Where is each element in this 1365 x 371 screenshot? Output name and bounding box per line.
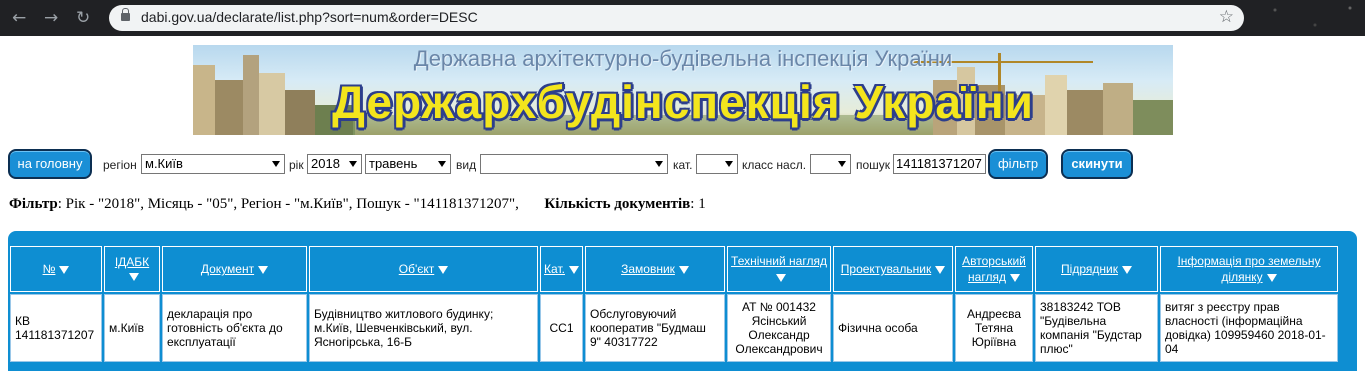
table-header-row: № ІДАБК Документ Об'єкт Кат. Замовник Те… bbox=[10, 246, 1338, 292]
column-header-label[interactable]: Замовник bbox=[621, 262, 675, 276]
cell-author-supervision: Андреєва Тетяна Юріївна bbox=[955, 294, 1033, 362]
column-header-label[interactable]: Інформація про земельну ділянку bbox=[1177, 254, 1320, 284]
site-banner: Державна архітектурно-будівельна інспекц… bbox=[193, 45, 1173, 135]
region-select-value: м.Київ bbox=[145, 156, 183, 171]
reset-button[interactable]: скинути bbox=[1061, 149, 1133, 179]
cell-contractor: 38183242 ТОВ "Будівельна компанія "Будст… bbox=[1035, 294, 1158, 362]
url-text: dabi.gov.ua/declarate/list.php?sort=num&… bbox=[141, 9, 478, 25]
banner-subtitle: Державна архітектурно-будівельна інспекц… bbox=[413, 46, 953, 71]
chevron-down-icon bbox=[725, 161, 733, 167]
cell-object: Будівництво житлового будинку; м.Київ, Ш… bbox=[309, 294, 538, 362]
category-label: кат. bbox=[673, 158, 693, 172]
column-header-label[interactable]: Проектувальник bbox=[841, 262, 931, 276]
column-header-label[interactable]: Документ bbox=[201, 262, 254, 276]
cell-land-info: витяг з реєстру прав власності (інформац… bbox=[1160, 294, 1338, 362]
column-header-idabk[interactable]: ІДАБК bbox=[104, 246, 160, 292]
search-input[interactable]: 141181371207 bbox=[893, 154, 986, 174]
column-header-label[interactable]: Об'єкт bbox=[399, 262, 435, 276]
cell-idabk: м.Київ bbox=[104, 294, 160, 362]
year-label: рік bbox=[289, 158, 304, 172]
arrow-right-icon[interactable]: → bbox=[44, 8, 58, 28]
star-icon[interactable]: ☆ bbox=[1219, 7, 1234, 27]
sort-down-icon[interactable] bbox=[438, 265, 449, 274]
column-header-category[interactable]: Кат. bbox=[540, 246, 583, 292]
year-select[interactable]: 2018 bbox=[307, 154, 362, 174]
column-header-label[interactable]: ІДАБК bbox=[115, 255, 149, 269]
chevron-down-icon bbox=[272, 161, 280, 167]
sort-down-icon[interactable] bbox=[59, 265, 70, 274]
sort-down-icon[interactable] bbox=[258, 265, 269, 274]
sort-down-icon[interactable] bbox=[1266, 273, 1277, 282]
table-row: КВ 141181371207 м.Київ декларація про го… bbox=[10, 294, 1338, 362]
column-header-contractor[interactable]: Підрядник bbox=[1035, 246, 1158, 292]
browser-toolbar: ← → ↻ dabi.gov.ua/declarate/list.php?sor… bbox=[0, 0, 1365, 36]
home-button[interactable]: на головну bbox=[8, 149, 92, 179]
background-decoration bbox=[1255, 0, 1365, 36]
column-header-designer[interactable]: Проектувальник bbox=[833, 246, 953, 292]
search-label: пошук bbox=[856, 158, 891, 172]
column-header-label[interactable]: Підрядник bbox=[1061, 262, 1118, 276]
cell-customer: Обслуговуючий кооператив "Будмаш 9" 4031… bbox=[585, 294, 725, 362]
column-header-label[interactable]: Кат. bbox=[544, 262, 565, 276]
column-header-land-info[interactable]: Інформація про земельну ділянку bbox=[1160, 246, 1338, 292]
document-count-label: Кількість документів bbox=[544, 196, 691, 212]
lock-icon bbox=[121, 8, 130, 21]
cell-tech-supervision: АТ № 001432 Ясінський Олександр Олександ… bbox=[727, 294, 831, 362]
sort-down-icon[interactable] bbox=[935, 265, 946, 274]
column-header-tech-supervision[interactable]: Технічний нагляд bbox=[727, 246, 831, 292]
arrow-left-icon[interactable]: ← bbox=[12, 8, 26, 28]
filter-summary: Фільтр: Рік - "2018", Місяць - "05", Рег… bbox=[9, 196, 706, 213]
class-select[interactable] bbox=[810, 154, 851, 174]
filter-button[interactable]: фільтр bbox=[988, 149, 1048, 179]
type-label: вид bbox=[456, 158, 477, 172]
column-header-label[interactable]: № bbox=[43, 262, 56, 276]
address-bar[interactable]: dabi.gov.ua/declarate/list.php?sort=num&… bbox=[109, 5, 1244, 31]
year-select-value: 2018 bbox=[311, 156, 340, 171]
column-header-customer[interactable]: Замовник bbox=[585, 246, 725, 292]
results-table: № ІДАБК Документ Об'єкт Кат. Замовник Те… bbox=[8, 244, 1340, 364]
cell-document: декларація про готовність об'єкта до екс… bbox=[162, 294, 307, 362]
category-select[interactable] bbox=[696, 154, 738, 174]
column-header-label[interactable]: Технічний нагляд bbox=[731, 254, 827, 268]
chevron-down-icon bbox=[838, 161, 846, 167]
column-header-object[interactable]: Об'єкт bbox=[309, 246, 538, 292]
column-header-author-supervision[interactable]: Авторський нагляд bbox=[955, 246, 1033, 292]
chevron-down-icon bbox=[655, 161, 663, 167]
class-label: класс насл. bbox=[742, 158, 807, 172]
filter-summary-label: Фільтр bbox=[9, 196, 58, 212]
sort-down-icon[interactable] bbox=[1121, 265, 1132, 274]
chevron-down-icon bbox=[349, 161, 357, 167]
cell-num: КВ 141181371207 bbox=[10, 294, 102, 362]
cell-category: СС1 bbox=[540, 294, 583, 362]
document-count-value: : 1 bbox=[690, 196, 706, 212]
sort-down-icon[interactable] bbox=[1009, 273, 1020, 282]
cell-designer: Фізична особа bbox=[833, 294, 953, 362]
sort-down-icon[interactable] bbox=[776, 273, 786, 282]
type-select[interactable] bbox=[480, 154, 668, 174]
sort-down-icon[interactable] bbox=[568, 265, 579, 274]
month-select-value: травень bbox=[369, 156, 418, 171]
column-header-document[interactable]: Документ bbox=[162, 246, 307, 292]
reload-icon[interactable]: ↻ bbox=[76, 8, 90, 28]
region-select[interactable]: м.Київ bbox=[141, 154, 285, 174]
banner-title: Держархбудінспекція України bbox=[332, 76, 1034, 128]
sort-down-icon[interactable] bbox=[678, 265, 689, 274]
column-header-num[interactable]: № bbox=[10, 246, 102, 292]
sort-down-icon[interactable] bbox=[129, 272, 139, 281]
month-select[interactable]: травень bbox=[365, 154, 451, 174]
chevron-down-icon bbox=[438, 161, 446, 167]
filter-summary-text: : Рік - "2018", Місяць - "05", Регіон - … bbox=[57, 196, 519, 212]
region-label: регіон bbox=[103, 158, 137, 172]
